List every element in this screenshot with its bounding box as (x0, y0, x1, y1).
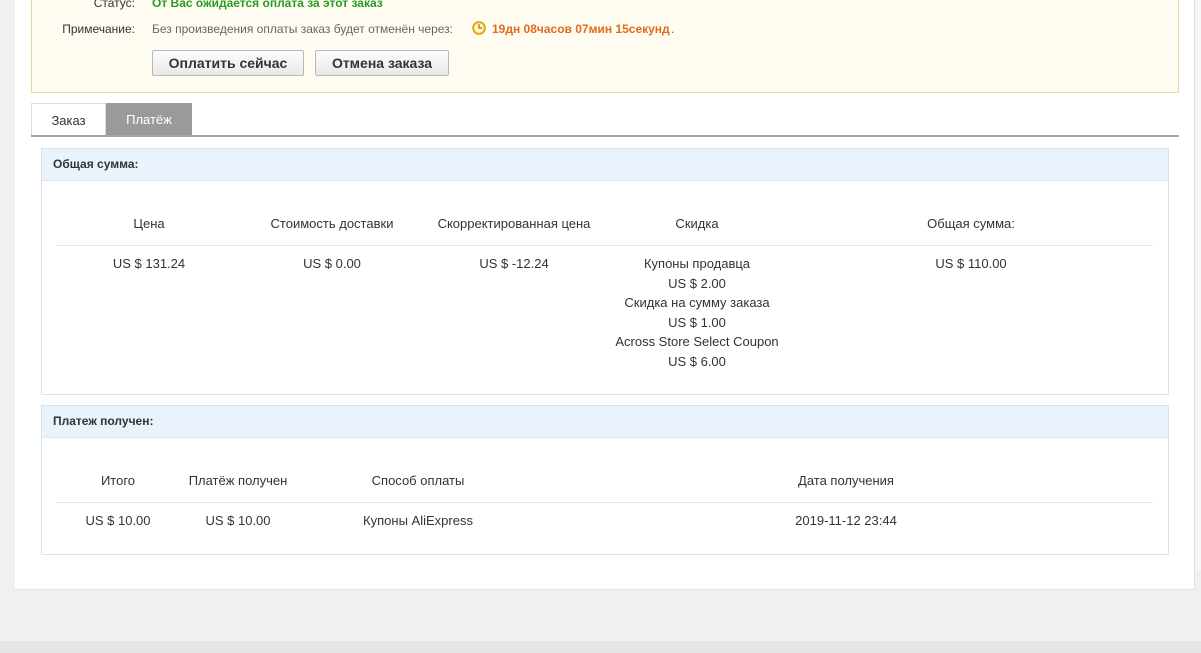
header-subtotal: Итого (100, 473, 136, 488)
received-date-value: 2019-11-12 23:44 (795, 513, 897, 528)
header-payment-received: Платёж получен (188, 473, 288, 488)
note-text: Без произведения оплаты заказ будет отме… (152, 22, 454, 36)
discount-order-sum-amount: US $ 1.00 (668, 314, 726, 330)
header-separator (57, 502, 1153, 503)
header-separator (57, 245, 1153, 246)
total-amount-panel: Общая сумма: Цена Стоимость доставки Ско… (41, 148, 1169, 395)
order-tabs: Заказ Платёж (31, 103, 1179, 137)
cancel-order-button[interactable]: Отмена заказа (315, 50, 449, 76)
discount-seller-coupons-label: Купоны продавца (643, 256, 751, 271)
payment-method-value: Купоны AliExpress (363, 513, 473, 528)
tab-order[interactable]: Заказ (31, 103, 106, 135)
clock-icon (472, 21, 486, 35)
header-adjusted-price: Скорректированная цена (437, 216, 591, 231)
header-payment-method: Способ оплаты (371, 473, 465, 488)
countdown-timer: 19дн 08часов 07мин 15секунд (492, 22, 670, 36)
price-value: US $ 131.24 (112, 256, 186, 271)
header-shipping: Стоимость доставки (270, 216, 394, 231)
order-detail-page: Статус: От Вас ожидается оплата за этот … (15, 0, 1195, 590)
payment-received-value: US $ 10.00 (205, 513, 271, 528)
payment-received-panel: Платеж получен: Итого Платёж получен Спо… (41, 405, 1169, 555)
total-value: US $ 110.00 (935, 256, 1007, 271)
subtotal-value: US $ 10.00 (85, 513, 151, 528)
header-total: Общая сумма: (927, 216, 1015, 231)
header-received-date: Дата получения (798, 473, 894, 488)
note-label: Примечание: (62, 22, 135, 36)
countdown-suffix: . (671, 22, 675, 36)
discount-select-coupon-amount: US $ 6.00 (668, 353, 726, 369)
discount-select-coupon-label: Across Store Select Coupon (615, 334, 779, 349)
scrollbar-track[interactable] (1196, 0, 1201, 570)
note-row: Примечание: Без произведения оплаты зака… (32, 21, 1178, 39)
page-footer-band (0, 641, 1201, 653)
pay-now-button[interactable]: Оплатить сейчас (152, 50, 304, 76)
order-status-panel: Статус: От Вас ожидается оплата за этот … (31, 0, 1179, 93)
header-discount: Скидка (675, 216, 719, 231)
status-value: От Вас ожидается оплата за этот заказ (152, 0, 383, 10)
status-row: Статус: От Вас ожидается оплата за этот … (32, 0, 1178, 12)
discount-seller-coupons-amount: US $ 2.00 (668, 275, 726, 291)
shipping-value: US $ 0.00 (303, 256, 361, 271)
adjusted-price-value: US $ -12.24 (479, 256, 549, 271)
total-panel-title: Общая сумма: (42, 149, 1168, 181)
received-panel-title: Платеж получен: (42, 406, 1168, 438)
tab-payment[interactable]: Платёж (106, 103, 192, 135)
status-label: Статус: (93, 0, 135, 10)
header-price: Цена (133, 216, 165, 231)
discount-list: Купоны продавца US $ 2.00 Скидка на сумм… (615, 254, 778, 371)
discount-order-sum-label: Скидка на сумму заказа (624, 295, 770, 310)
